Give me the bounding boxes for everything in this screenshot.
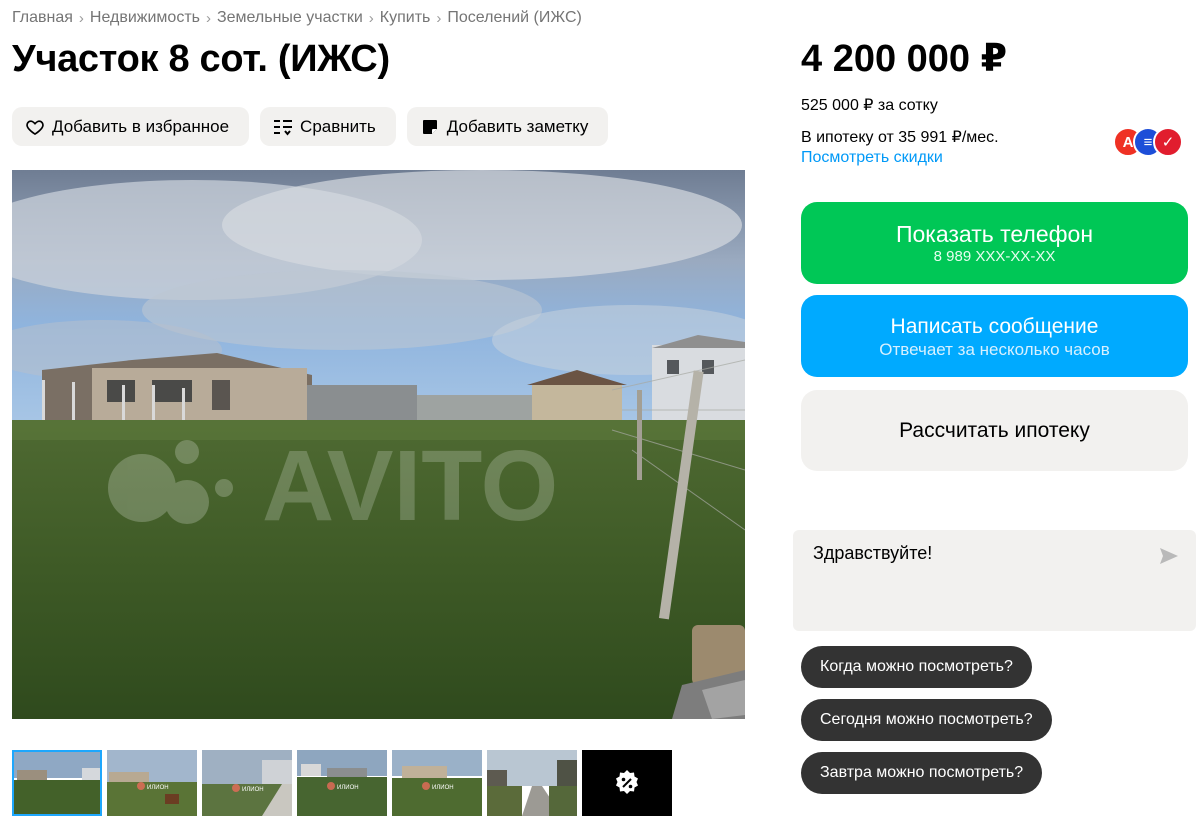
view-discounts-link[interactable]: Посмотреть скидки — [801, 149, 943, 167]
page-title: Участок 8 сот. (ИЖС) — [12, 38, 390, 80]
compare-icon — [272, 116, 294, 138]
breadcrumb-buy[interactable]: Купить — [380, 9, 431, 27]
breadcrumb-land[interactable]: Земельные участки — [217, 9, 363, 27]
thumbnail-2[interactable]: ИЛИОН — [107, 750, 197, 816]
svg-text:ИЛИОН: ИЛИОН — [242, 787, 264, 793]
thumbnail-6[interactable] — [487, 750, 577, 816]
price: 4 200 000 ₽ — [801, 38, 1008, 80]
chevron-right-icon: › — [205, 9, 211, 27]
thumbnail-1[interactable] — [12, 750, 102, 816]
add-to-favorites-button[interactable]: Добавить в избранное — [12, 107, 250, 146]
chevron-right-icon: › — [78, 9, 84, 27]
quick-question-chip[interactable]: Завтра можно посмотреть? — [801, 752, 1043, 794]
compare-button[interactable]: Сравнить — [260, 107, 396, 146]
main-photo[interactable]: AVITO — [12, 170, 745, 719]
calculate-mortgage-button[interactable]: Рассчитать ипотеку — [801, 390, 1188, 471]
message-box: Здравствуйте! — [793, 530, 1196, 631]
breadcrumb-real-estate[interactable]: Недвижимость — [90, 9, 200, 27]
phone-number-preview: 8 989 XXX-XX-XX — [933, 248, 1056, 265]
svg-text:ИЛИОН: ИЛИОН — [147, 785, 169, 791]
svg-text:ИЛИОН: ИЛИОН — [432, 785, 454, 791]
write-message-button[interactable]: Написать сообщение Отвечает за несколько… — [801, 295, 1188, 377]
mortgage-info: В ипотеку от 35 991 ₽/мес. — [801, 129, 999, 146]
svg-text:ИЛИОН: ИЛИОН — [337, 785, 359, 791]
breadcrumb: Главная › Недвижимость › Земельные участ… — [12, 9, 582, 27]
chevron-right-icon: › — [368, 9, 374, 27]
thumbnail-3[interactable]: ИЛИОН — [202, 750, 292, 816]
bank-logo-red: ✓ — [1153, 127, 1183, 157]
add-note-button[interactable]: Добавить заметку — [406, 107, 609, 146]
note-label: Добавить заметку — [446, 116, 589, 136]
thumbnail-4[interactable]: ИЛИОН — [297, 750, 387, 816]
compare-label: Сравнить — [300, 116, 376, 136]
bank-logos: А ≡ ✓ — [1113, 127, 1183, 157]
more-photos-thumbnail[interactable] — [582, 750, 672, 816]
show-phone-label: Показать телефон — [895, 221, 1094, 247]
write-message-label: Написать сообщение — [890, 315, 1099, 338]
price-per-sotka: 525 000 ₽ за сотку — [801, 97, 938, 114]
calculate-mortgage-label: Рассчитать ипотеку — [899, 418, 1090, 442]
avito-watermark-text: AVITO — [262, 430, 558, 542]
thumbnail-strip: ИЛИОН ИЛИОН ИЛИОН ИЛИОН — [12, 750, 672, 816]
breadcrumb-izhs[interactable]: Поселений (ИЖС) — [447, 9, 581, 27]
favorite-label: Добавить в избранное — [52, 116, 230, 136]
show-phone-button[interactable]: Показать телефон 8 989 XXX-XX-XX — [801, 202, 1188, 284]
discount-badge-icon — [613, 769, 641, 797]
chevron-right-icon: › — [436, 9, 442, 27]
message-input[interactable]: Здравствуйте! — [793, 530, 1196, 631]
quick-question-chip[interactable]: Когда можно посмотреть? — [801, 646, 1032, 688]
breadcrumb-home[interactable]: Главная — [12, 9, 73, 27]
send-icon[interactable] — [1158, 545, 1180, 567]
listing-actions: Добавить в избранное Сравнить Добавить з… — [12, 107, 609, 146]
response-time-note: Отвечает за несколько часов — [879, 340, 1110, 359]
thumbnail-5[interactable]: ИЛИОН — [392, 750, 482, 816]
quick-question-chip[interactable]: Сегодня можно посмотреть? — [801, 699, 1052, 741]
heart-icon — [24, 116, 46, 138]
note-icon — [419, 116, 441, 138]
